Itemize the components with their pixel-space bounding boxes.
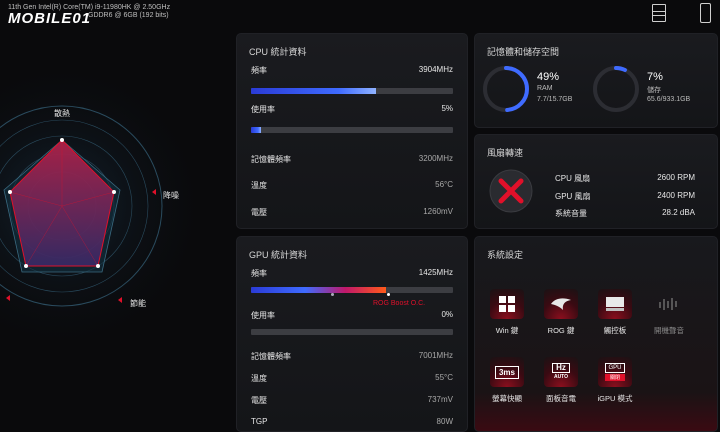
fan-icon [489, 169, 533, 213]
rog-key-label: ROG 鍵 [547, 326, 575, 335]
ram-percent: 49% [537, 71, 560, 83]
radar-label-noise: 降噪 [163, 191, 179, 200]
igpu-mode-label: iGPU 模式 [597, 394, 633, 403]
cpu-fan-label: CPU 風扇 [555, 174, 591, 183]
gpu-freq-bar-fill [251, 287, 387, 293]
cpu-temp-row: 溫度 56°C [251, 180, 453, 191]
cpu-temp-label: 溫度 [251, 181, 267, 190]
cpu-usage-bar-fill [251, 127, 262, 133]
touchpad-label: 觸控板 [603, 326, 627, 335]
memory-storage-title: 記憶體和儲存空間 [487, 47, 560, 57]
ram-label: RAM [537, 85, 553, 92]
touchpad-toggle[interactable]: 觸控板 [593, 289, 637, 336]
gpu-volt-value: 737mV [427, 395, 453, 404]
gpu-fan-value: 2400 RPM [657, 191, 695, 200]
cpu-freq-row: 頻率 3904MHz [251, 65, 453, 76]
gpu-boost-marker [387, 293, 390, 296]
gpu-freq-label: 頻率 [251, 269, 267, 278]
gpu-stats-panel: GPU 統計資料 頻率 1425MHz ROG Boost O.C. 使用率 0… [236, 236, 468, 432]
cpu-stats-panel: CPU 統計資料 頻率 3904MHz 使用率 5% 記憶體頻率 3200MHz… [236, 33, 468, 229]
cpu-stats-title: CPU 統計資料 [249, 47, 307, 57]
gpu-usage-row: 使用率 0% [251, 310, 453, 321]
panel-hz-toggle[interactable]: Hz AUTO 面板音電 [539, 357, 583, 404]
cpu-usage-value: 5% [441, 104, 453, 113]
gpu-temp-label: 溫度 [251, 374, 267, 383]
cpu-usage-label: 使用率 [251, 105, 275, 114]
screen-overdrive-icon: 3ms [490, 357, 524, 387]
cpu-freq-bar-fill [251, 88, 377, 94]
gpu-temp-row: 溫度 55°C [251, 373, 453, 384]
cpu-mem-freq-row: 記憶體頻率 3200MHz [251, 154, 453, 165]
gpu-freq-row: 頻率 1425MHz [251, 268, 453, 279]
panel-hz-icon: Hz AUTO [544, 357, 578, 387]
gpu-tgp-row: TGP 80W [251, 417, 453, 426]
gpu-usage-label: 使用率 [251, 311, 275, 320]
ram-gauge [483, 66, 529, 112]
cpu-volt-label: 電壓 [251, 208, 267, 217]
cpu-volt-value: 1260mV [423, 207, 453, 216]
gpu-volt-row: 電壓 737mV [251, 395, 453, 406]
gpu-freq-value: 1425MHz [418, 268, 453, 277]
win-key-toggle[interactable]: Win 鍵 [485, 289, 529, 336]
storage-label: 儲存 [647, 87, 661, 94]
touchpad-icon [598, 289, 632, 319]
igpu-mode-icon: GPU 關閉 [598, 357, 632, 387]
gpu-tgp-label: TGP [251, 417, 268, 426]
gpu-mem-freq-row: 記憶體頻率 7001MHz [251, 351, 453, 362]
cpu-usage-bar [251, 127, 453, 133]
performance-radar: 散熱 降噪 節能 [0, 56, 230, 432]
rog-boost-label: ROG Boost O.C. [373, 300, 426, 307]
storage-percent: 7% [647, 71, 663, 83]
cpu-freq-value: 3904MHz [418, 65, 453, 74]
radar-chart [0, 56, 212, 356]
gpu-freq-bar [251, 287, 453, 293]
win-key-label: Win 鍵 [495, 326, 519, 335]
rog-key-icon [544, 289, 578, 319]
gpu-base-clock-marker [331, 293, 334, 296]
gpu-usage-value: 0% [441, 310, 453, 319]
fan-speed-panel: 風扇轉速 CPU 風扇 2600 RPM GPU 風扇 2400 RPM 系統音… [474, 134, 718, 229]
storage-detail: 65.6/933.1GB [647, 96, 691, 103]
igpu-mode-toggle[interactable]: GPU 關閉 iGPU 模式 [593, 357, 637, 404]
cpu-volt-row: 電壓 1260mV [251, 207, 453, 218]
gpu-stats-title: GPU 統計資料 [249, 250, 308, 260]
gpu-mem-freq-label: 記憶體頻率 [251, 352, 291, 361]
boot-sound-label: 開機聲音 [654, 326, 684, 335]
fan-speed-title: 風扇轉速 [487, 148, 524, 158]
boot-sound-toggle[interactable]: 開機聲音 [647, 289, 691, 336]
cpu-freq-bar [251, 88, 453, 94]
gpu-mem-freq-value: 7001MHz [418, 351, 453, 360]
gpu-volt-label: 電壓 [251, 396, 267, 405]
device-icon[interactable] [700, 3, 711, 23]
gpu-tgp-value: 80W [436, 417, 453, 426]
gpu-usage-bar [251, 329, 453, 335]
radar-label-cooling: 散熱 [54, 109, 70, 118]
cpu-mem-freq-value: 3200MHz [418, 154, 453, 163]
mobile01-logo: MOBILE01 [8, 10, 92, 27]
storage-gauge [593, 66, 639, 112]
radar-label-power: 節能 [130, 299, 146, 308]
cpu-freq-label: 頻率 [251, 66, 267, 75]
layout-toggle-icon[interactable] [652, 4, 666, 22]
memory-storage-panel: 記憶體和儲存空間 49% RAM 7.7/15.7GB 7% 儲存 65.6/9… [474, 33, 718, 128]
gpu-memory-text: GDDR6 @ 6GB (192 bits) [88, 12, 169, 19]
screen-overdrive-label: 螢幕快顯 [492, 394, 522, 403]
boot-sound-icon [652, 289, 686, 319]
cpu-fan-value: 2600 RPM [657, 173, 695, 182]
cpu-temp-value: 56°C [435, 180, 453, 189]
windows-key-icon [490, 289, 524, 319]
panel-hz-label: 面板音電 [546, 394, 576, 403]
gpu-fan-label: GPU 風扇 [555, 192, 591, 201]
ram-detail: 7.7/15.7GB [537, 96, 573, 103]
rog-key-toggle[interactable]: ROG 鍵 [539, 289, 583, 336]
system-noise-label: 系統音量 [555, 209, 587, 218]
gpu-temp-value: 55°C [435, 373, 453, 382]
system-noise-value: 28.2 dBA [662, 208, 695, 217]
cpu-usage-row: 使用率 5% [251, 104, 453, 115]
screen-overdrive-toggle[interactable]: 3ms 螢幕快顯 [485, 357, 529, 404]
system-settings-panel: 系統設定 Win 鍵 ROG 鍵 觸控板 開機聲音 3ms 螢幕快顯 Hz AU… [474, 236, 718, 432]
system-settings-title: 系統設定 [487, 250, 524, 260]
cpu-mem-freq-label: 記憶體頻率 [251, 155, 291, 164]
